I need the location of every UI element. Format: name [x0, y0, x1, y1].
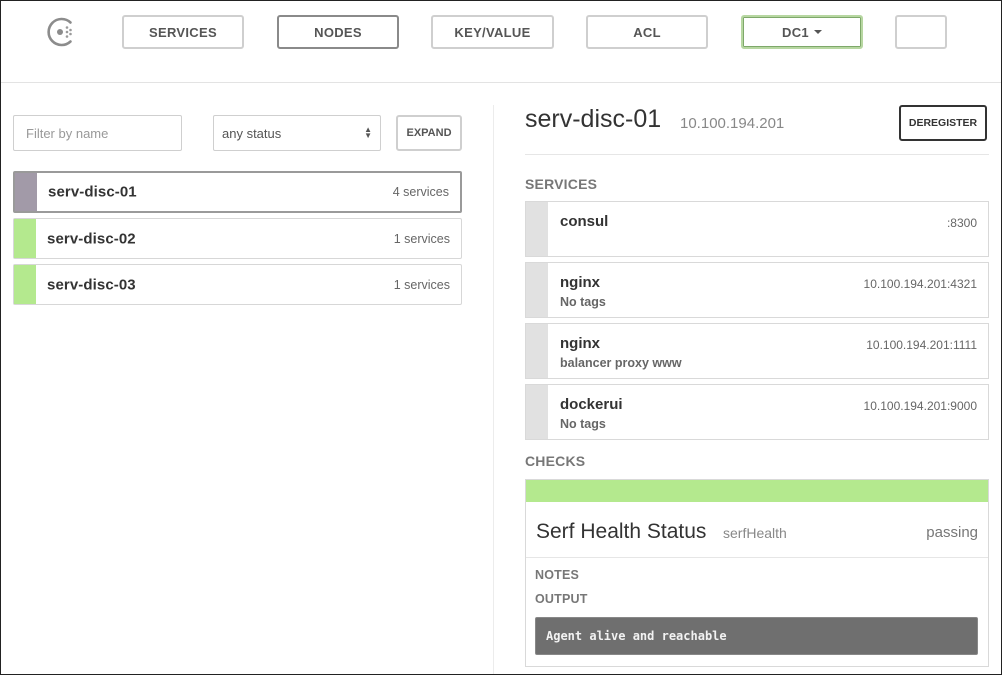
- check-notes-label: NOTES: [535, 568, 580, 582]
- service-status-bar: [526, 324, 548, 378]
- node-status-bar: [14, 265, 36, 304]
- service-status-bar: [526, 202, 548, 256]
- app-frame: SERVICES NODES KEY/VALUE ACL DC1 any sta…: [0, 0, 1002, 675]
- service-item-dockerui[interactable]: dockerui No tags 10.100.194.201:9000: [525, 384, 989, 440]
- node-item-serv-disc-03[interactable]: serv-disc-03 1 services: [13, 264, 462, 305]
- nav-nodes-label: NODES: [314, 24, 362, 40]
- check-status: passing: [926, 524, 978, 541]
- status-filter-select[interactable]: any status ▲ ▼: [213, 115, 381, 151]
- top-nav: SERVICES NODES KEY/VALUE ACL DC1: [1, 1, 1001, 83]
- panel-divider: [493, 105, 494, 674]
- service-address: 10.100.194.201:1111: [866, 338, 977, 352]
- filter-by-name-input[interactable]: [13, 115, 182, 151]
- node-service-count: 1 services: [393, 277, 450, 292]
- service-address: 10.100.194.201:9000: [863, 399, 977, 413]
- node-status-bar: [14, 219, 36, 258]
- check-output: Agent alive and reachable: [535, 617, 978, 655]
- datacenter-label: DC1: [782, 24, 809, 40]
- node-list: serv-disc-01 4 services serv-disc-02 1 s…: [13, 171, 462, 310]
- nav-acl-button[interactable]: ACL: [586, 15, 708, 49]
- check-status-bar: [526, 480, 988, 502]
- service-list: consul :8300 nginx No tags 10.100.194.20…: [525, 201, 989, 445]
- checks-heading: CHECKS: [525, 453, 586, 469]
- node-name: serv-disc-01: [48, 183, 137, 201]
- node-item-serv-disc-02[interactable]: serv-disc-02 1 services: [13, 218, 462, 259]
- service-name: nginx: [560, 274, 600, 291]
- service-address: :8300: [946, 216, 977, 230]
- service-name: nginx: [560, 335, 600, 352]
- service-status-bar: [526, 263, 548, 317]
- service-item-nginx-4321[interactable]: nginx No tags 10.100.194.201:4321: [525, 262, 989, 318]
- node-name: serv-disc-02: [47, 230, 136, 247]
- caret-down-icon: [813, 30, 822, 34]
- node-service-count: 1 services: [393, 231, 450, 246]
- node-detail-ip: 10.100.194.201: [680, 115, 785, 132]
- node-service-count: 4 services: [392, 185, 449, 199]
- service-name: consul: [560, 213, 609, 230]
- deregister-button[interactable]: DEREGISTER: [899, 105, 987, 141]
- service-item-consul[interactable]: consul :8300: [525, 201, 989, 257]
- service-tags: No tags: [560, 295, 606, 309]
- deregister-label: DEREGISTER: [908, 117, 978, 129]
- service-tags: balancer proxy www: [560, 356, 682, 370]
- nav-services-button[interactable]: SERVICES: [122, 15, 244, 49]
- nav-key-value-button[interactable]: KEY/VALUE: [431, 15, 554, 49]
- nav-extra-button[interactable]: [895, 15, 947, 49]
- nav-services-label: SERVICES: [149, 24, 217, 40]
- check-card-serf-health[interactable]: Serf Health Status serfHealth passing NO…: [525, 479, 989, 667]
- expand-button[interactable]: EXPAND: [396, 115, 462, 151]
- service-tags: No tags: [560, 417, 606, 431]
- check-name: Serf Health Status: [536, 520, 707, 543]
- nav-key-value-label: KEY/VALUE: [454, 24, 531, 40]
- services-heading: SERVICES: [525, 176, 598, 192]
- select-arrows-icon: ▲ ▼: [364, 125, 372, 140]
- node-detail-title: serv-disc-01: [525, 105, 662, 133]
- node-item-serv-disc-01[interactable]: serv-disc-01 4 services: [13, 171, 462, 213]
- status-filter-value: any status: [222, 125, 282, 141]
- check-divider: [526, 557, 988, 558]
- detail-divider: [525, 154, 989, 155]
- service-name: dockerui: [560, 396, 623, 413]
- service-address: 10.100.194.201:4321: [863, 277, 977, 291]
- nav-acl-label: ACL: [633, 24, 661, 40]
- check-id: serfHealth: [723, 525, 787, 541]
- node-status-bar: [15, 173, 37, 211]
- node-name: serv-disc-03: [47, 276, 136, 293]
- service-item-nginx-1111[interactable]: nginx balancer proxy www 10.100.194.201:…: [525, 323, 989, 379]
- check-output-label: OUTPUT: [535, 592, 588, 606]
- consul-logo-icon[interactable]: [45, 16, 77, 48]
- expand-label: EXPAND: [406, 127, 452, 139]
- datacenter-dropdown[interactable]: DC1: [741, 15, 863, 49]
- service-status-bar: [526, 385, 548, 439]
- nav-nodes-button[interactable]: NODES: [277, 15, 399, 49]
